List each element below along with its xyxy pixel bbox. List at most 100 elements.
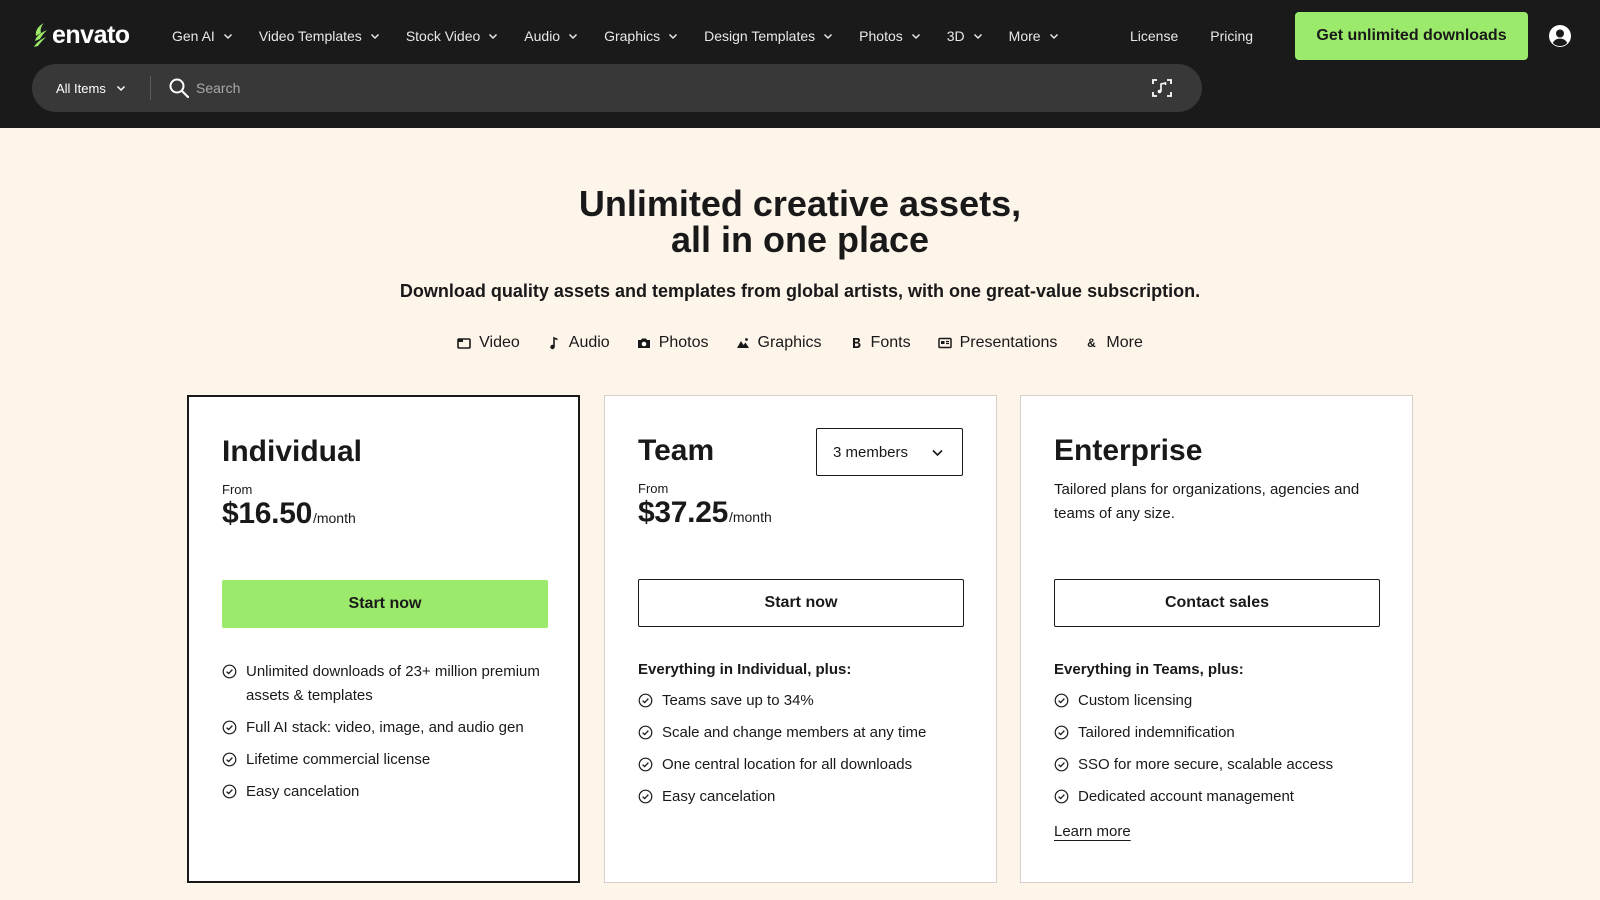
nav-graphics[interactable]: Graphics [595, 28, 687, 44]
check-circle-icon [222, 664, 237, 679]
plan-card-individual[interactable]: Individual From $16.50 /month Start now … [187, 395, 580, 883]
feature-item: Teams save up to 34% [638, 689, 968, 713]
check-circle-icon [638, 757, 653, 772]
nav-label: 3D [946, 28, 965, 44]
check-circle-icon [638, 725, 653, 740]
category-label: Presentations [959, 334, 1058, 351]
plus-heading: Everything in Individual, plus: [638, 661, 852, 678]
nav-video-templates[interactable]: Video Templates [250, 28, 389, 44]
search-scope-dropdown[interactable]: All Items [56, 64, 126, 112]
feature-item: Custom licensing [1054, 689, 1384, 713]
chevron-down-icon [824, 33, 833, 40]
media-search-icon[interactable] [1150, 76, 1174, 100]
category-label: Graphics [757, 334, 822, 351]
nav-stock-video[interactable]: Stock Video [397, 28, 507, 44]
feature-text: Full AI stack: video, image, and audio g… [246, 719, 524, 736]
feature-item: Full AI stack: video, image, and audio g… [222, 716, 552, 740]
category-photos[interactable]: Photos [637, 332, 709, 354]
font-icon [852, 338, 861, 348]
check-circle-icon [222, 784, 237, 799]
nav-design-templates[interactable]: Design Templates [695, 28, 842, 44]
nav-more[interactable]: More [1000, 28, 1068, 44]
category-label: More [1106, 334, 1143, 351]
feature-list: Teams save up to 34% Scale and change me… [638, 689, 968, 817]
nav-gen-ai[interactable]: Gen AI [163, 28, 242, 44]
check-circle-icon [638, 693, 653, 708]
feature-text: Tailored indemnification [1078, 724, 1235, 741]
chevron-down-icon [973, 33, 982, 40]
nav-audio[interactable]: Audio [515, 28, 587, 44]
plan-description: Tailored plans for organizations, agenci… [1054, 481, 1360, 522]
category-audio[interactable]: Audio [547, 332, 610, 354]
main-nav: Gen AI Video Templates Stock Video Audio… [163, 22, 1076, 50]
check-circle-icon [1054, 757, 1069, 772]
video-icon [457, 338, 471, 349]
search-bar: All Items [32, 64, 1202, 112]
category-label: Video [479, 334, 520, 351]
chevron-down-icon [911, 33, 920, 40]
nav-label: Graphics [604, 28, 661, 44]
feature-item: Easy cancelation [638, 785, 968, 809]
category-label: Photos [658, 334, 709, 351]
feature-text: Custom licensing [1078, 692, 1193, 709]
category-presentations[interactable]: Presentations [937, 332, 1058, 354]
hero-title: Unlimited creative assets, all in one pl… [0, 186, 1600, 258]
feature-item: SSO for more secure, scalable access [1054, 753, 1384, 777]
nav-label: Stock Video [405, 28, 481, 44]
start-now-button[interactable]: Start now [638, 579, 964, 627]
category-more[interactable]: & More [1084, 332, 1143, 354]
feature-text: Dedicated account management [1078, 788, 1294, 805]
chevron-down-icon [116, 85, 125, 92]
mountain-icon [736, 338, 749, 348]
search-input[interactable] [196, 74, 1116, 102]
price-amount: $16.50 [222, 497, 312, 530]
hero-subtitle: Download quality assets and templates fr… [399, 281, 1201, 301]
envato-logo[interactable]: envato [32, 20, 130, 50]
chevron-down-icon [569, 33, 578, 40]
team-members-select[interactable]: 3 members [816, 428, 963, 476]
category-label: Fonts [870, 334, 911, 351]
feature-item: Dedicated account management [1054, 785, 1384, 809]
feature-list: Custom licensing Tailored indemnificatio… [1054, 689, 1384, 817]
price-amount: $37.25 [638, 496, 728, 529]
chevron-down-icon [489, 33, 498, 40]
chevron-down-icon [669, 33, 678, 40]
plan-card-enterprise[interactable]: Enterprise Tailored plans for organizati… [1020, 395, 1413, 883]
feature-item: One central location for all downloads [638, 753, 968, 777]
license-link[interactable]: License [1130, 28, 1178, 44]
logo-text: envato [52, 20, 130, 49]
get-unlimited-downloads-button[interactable]: Get unlimited downloads [1295, 12, 1528, 60]
nav-3d[interactable]: 3D [938, 28, 992, 44]
feature-text: Teams save up to 34% [662, 692, 814, 709]
top-links: License Pricing [1130, 22, 1253, 50]
category-label: Audio [568, 334, 610, 351]
feature-text: Lifetime commercial license [246, 751, 431, 768]
nav-label: Photos [859, 28, 903, 44]
learn-more-link[interactable]: Learn more [1054, 823, 1131, 840]
contact-sales-button[interactable]: Contact sales [1054, 579, 1380, 627]
user-circle-icon[interactable] [1548, 24, 1572, 48]
plan-card-team[interactable]: Team 3 members From $37.25 /month Start … [604, 395, 997, 883]
feature-item: Lifetime commercial license [222, 748, 552, 772]
category-graphics[interactable]: Graphics [736, 332, 822, 354]
feature-item: Unlimited downloads of 23+ million premi… [222, 660, 552, 708]
members-value: 3 members [833, 443, 909, 461]
category-video[interactable]: Video [457, 332, 520, 354]
hero-title-line-2: all in one place [670, 219, 930, 260]
nav-label: Audio [524, 28, 561, 44]
search-divider [150, 76, 151, 100]
feature-text: One central location for all downloads [662, 756, 913, 773]
nav-photos[interactable]: Photos [850, 28, 930, 44]
ampersand-icon: & [1087, 336, 1096, 350]
chevron-down-icon [370, 33, 379, 40]
pricing-link[interactable]: Pricing [1210, 28, 1253, 44]
feature-text: SSO for more secure, scalable access [1078, 756, 1334, 773]
category-fonts[interactable]: Fonts [849, 332, 911, 354]
music-note-icon [550, 336, 558, 350]
presentation-icon [937, 337, 952, 349]
category-links: Video Audio Photos Graphics Fonts Presen… [0, 332, 1600, 354]
feature-text: Easy cancelation [662, 788, 776, 805]
start-now-button[interactable]: Start now [222, 580, 548, 628]
plus-heading: Everything in Teams, plus: [1054, 661, 1244, 678]
feature-text: Scale and change members at any time [662, 724, 927, 741]
